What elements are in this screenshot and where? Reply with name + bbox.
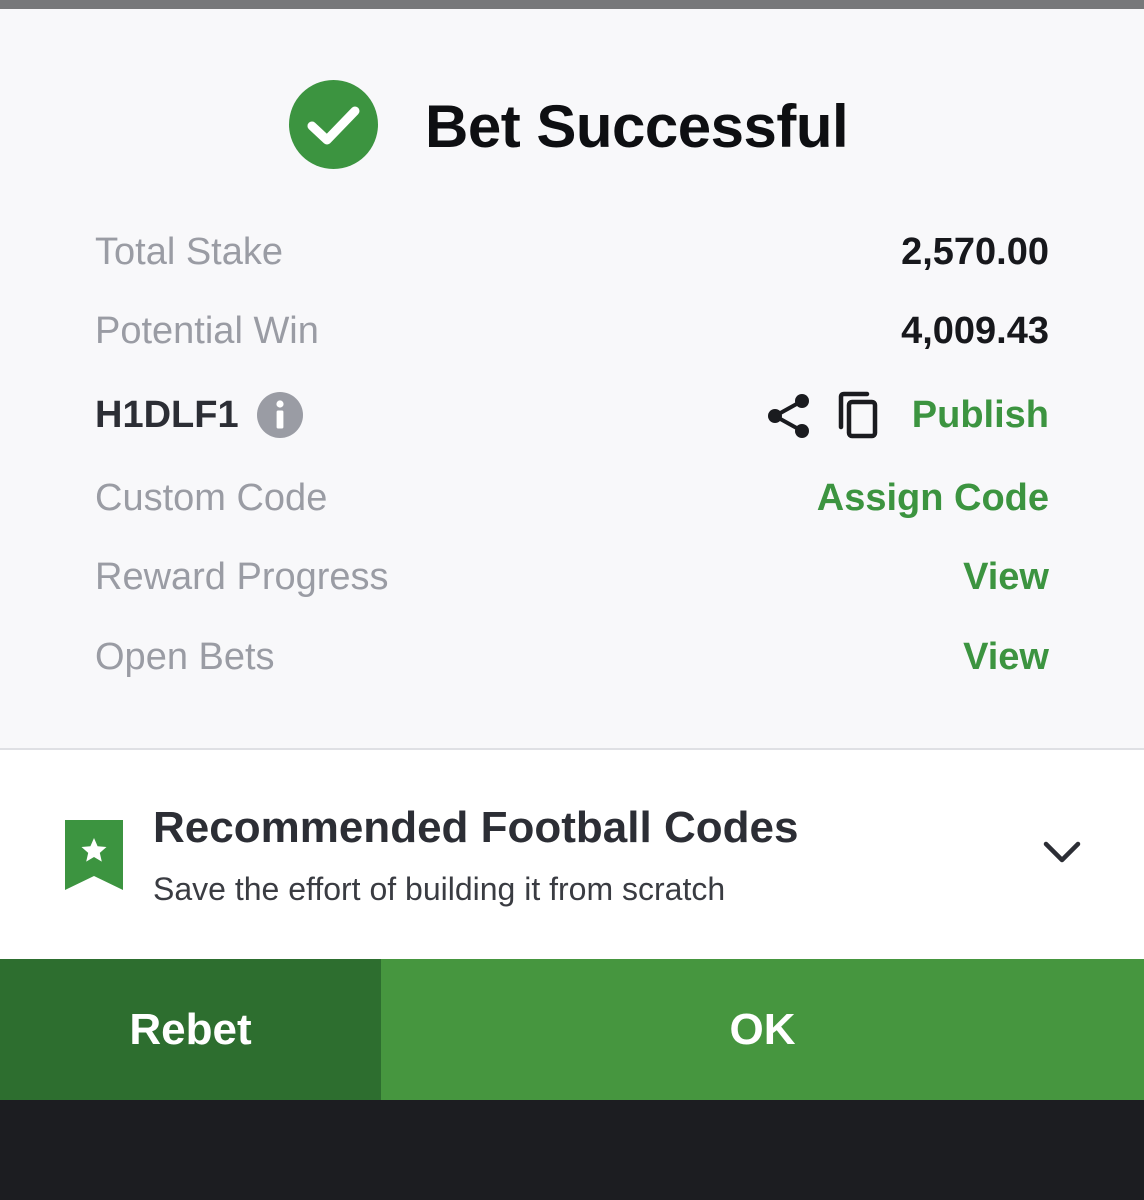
screen: Bet Successful Total Stake 2,570.00 Pote…	[0, 0, 1144, 1200]
potential-win-label: Potential Win	[95, 310, 319, 352]
total-stake-value: 2,570.00	[901, 231, 1049, 273]
open-bets-row: Open Bets View	[95, 627, 1049, 687]
custom-code-row: Custom Code Assign Code	[95, 468, 1049, 528]
chevron-down-icon[interactable]	[1040, 838, 1084, 868]
bottom-bar	[0, 1100, 1144, 1200]
dialog-header: Bet Successful	[0, 9, 1144, 179]
info-icon[interactable]	[257, 392, 303, 438]
open-bets-label: Open Bets	[95, 636, 275, 678]
booking-code: H1DLF1	[95, 394, 239, 436]
ok-button[interactable]: OK	[381, 959, 1144, 1100]
reward-progress-label: Reward Progress	[95, 556, 389, 598]
share-icon[interactable]	[765, 392, 813, 440]
bookmark-star-icon	[65, 820, 123, 890]
total-stake-row: Total Stake 2,570.00	[95, 222, 1049, 282]
check-circle-icon	[289, 80, 378, 169]
potential-win-row: Potential Win 4,009.43	[95, 301, 1049, 361]
dialog-title: Bet Successful	[425, 93, 849, 160]
open-bets-view-link[interactable]: View	[963, 627, 1049, 687]
reward-progress-row: Reward Progress View	[95, 547, 1049, 607]
publish-link[interactable]: Publish	[912, 385, 1049, 445]
assign-code-link[interactable]: Assign Code	[817, 468, 1049, 528]
recommended-codes-title: Recommended Football Codes	[153, 803, 799, 852]
rebet-button[interactable]: Rebet	[0, 959, 381, 1100]
custom-code-label: Custom Code	[95, 477, 328, 519]
top-bar	[0, 0, 1144, 9]
reward-progress-view-link[interactable]: View	[963, 547, 1049, 607]
booking-code-row: H1DLF1 Publish	[95, 385, 1049, 445]
recommended-codes-panel[interactable]: Recommended Football Codes Save the effo…	[0, 750, 1144, 959]
total-stake-label: Total Stake	[95, 231, 283, 273]
recommended-codes-subtitle: Save the effort of building it from scra…	[153, 871, 726, 907]
copy-icon[interactable]	[835, 391, 883, 439]
potential-win-value: 4,009.43	[901, 310, 1049, 352]
